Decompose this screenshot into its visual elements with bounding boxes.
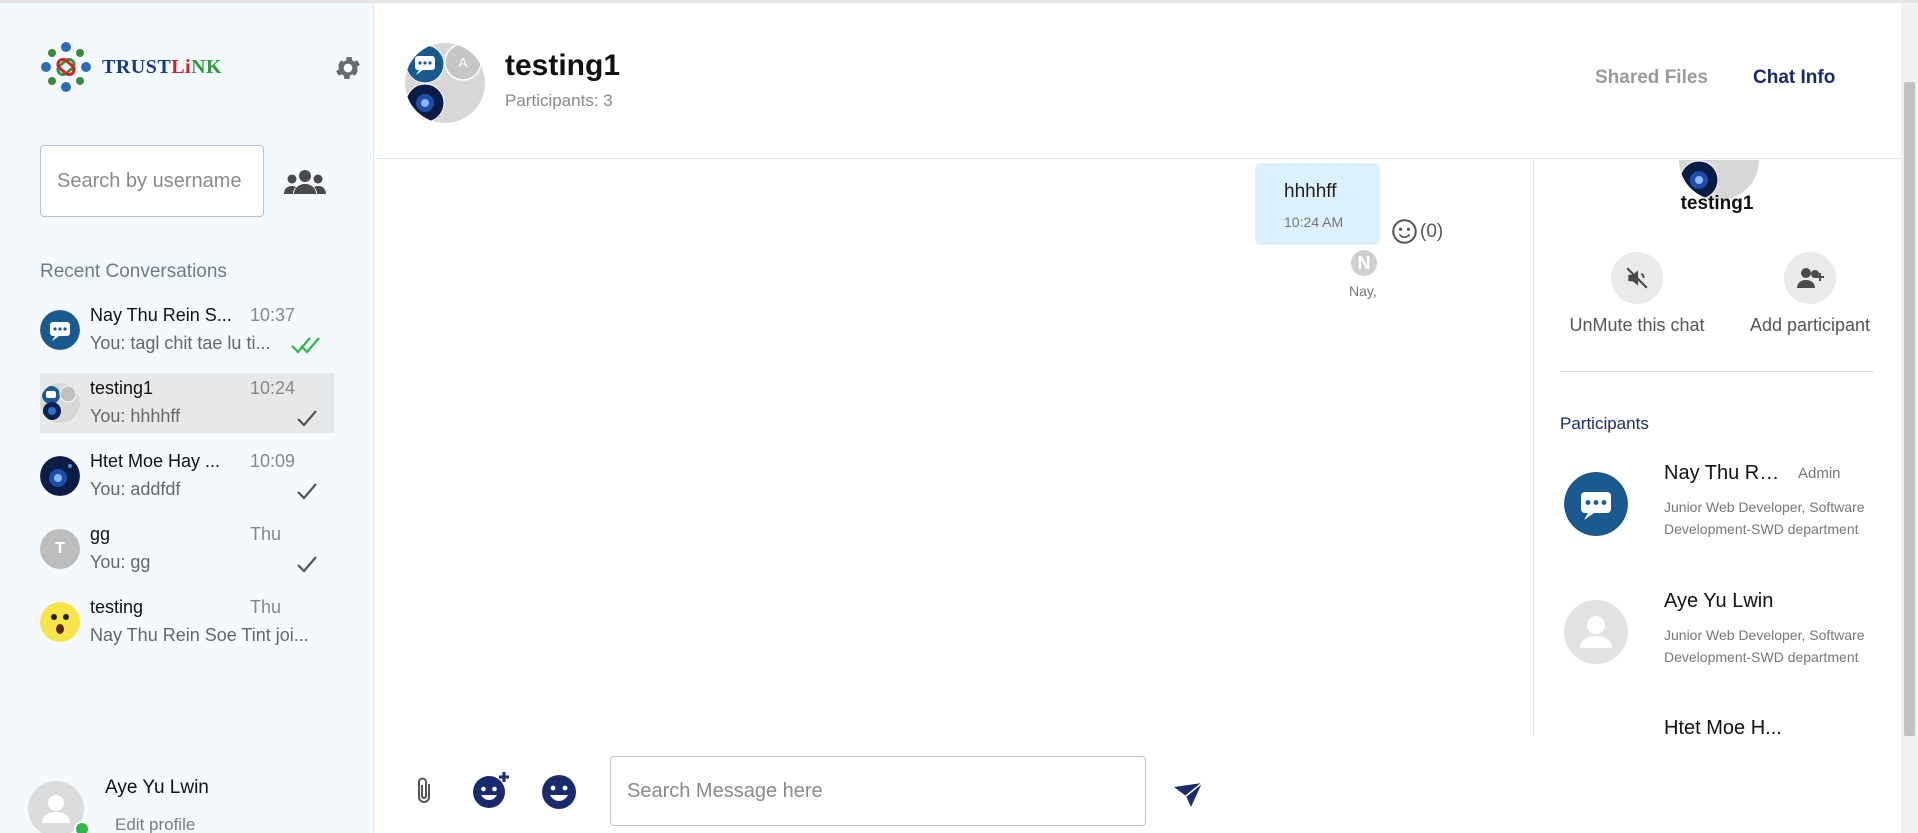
- conversation-time: Thu: [250, 524, 282, 544]
- participant-avatar: [1564, 600, 1628, 664]
- add-emoji-icon[interactable]: [471, 770, 511, 810]
- sidebar: TRUSTLiNK Recent Conversations: [0, 3, 374, 833]
- message-composer: [375, 736, 1901, 833]
- gear-icon[interactable]: [333, 53, 363, 83]
- avatar-letter: T: [55, 540, 65, 557]
- logo-mark-icon: [41, 42, 91, 92]
- conversation-name: testing: [90, 597, 144, 617]
- participant-item[interactable]: Aye Yu Lwin Junior Web Developer, Softwa…: [1560, 590, 1880, 700]
- online-status-dot: [74, 821, 90, 833]
- chat-info-panel: testing1 UnMute this chat Add participan…: [1533, 160, 1901, 736]
- conversation-item-active[interactable]: testing1 10:24 You: hhhhff: [40, 373, 334, 433]
- avatar: [40, 310, 80, 350]
- conversation-time: 10:09: [250, 451, 296, 471]
- admin-badge: Admin: [1798, 465, 1841, 482]
- reaction-button[interactable]: (0): [1391, 218, 1443, 245]
- seen-by-avatar: N: [1351, 250, 1377, 276]
- check-icon: [297, 556, 317, 573]
- participant-description: Junior Web Developer, Software Developme…: [1664, 627, 1865, 665]
- tab-chat-info[interactable]: Chat Info: [1753, 67, 1835, 89]
- participant-item[interactable]: Htet Moe H...: [1560, 717, 1880, 736]
- avatar: [40, 602, 80, 642]
- conversation-item[interactable]: testing Thu Nay Thu Rein Soe Tint joi...: [40, 592, 334, 652]
- chat-title: testing1: [505, 49, 621, 82]
- participants-count: Participants: 3: [505, 91, 613, 110]
- reaction-count: (0): [1420, 220, 1444, 242]
- message-list: hhhhff 10:24 AM (0) N Nay,: [375, 160, 1533, 736]
- participants-title: Participants: [1560, 414, 1649, 433]
- group-avatar-icon: [40, 383, 80, 423]
- info-chat-name: testing1: [1680, 193, 1754, 214]
- conversation-time: 10:24: [250, 378, 296, 398]
- conversation-name: gg: [90, 524, 111, 544]
- conversation-name: testing1: [90, 378, 154, 398]
- conversation-last-message: You: hhhhff: [90, 406, 181, 426]
- conversation-last-message: Nay Thu Rein Soe Tint joi...: [90, 625, 309, 645]
- brand-logo: TRUSTLiNK: [38, 39, 222, 95]
- group-users-icon[interactable]: [284, 167, 326, 197]
- group-avatar: A: [405, 43, 485, 123]
- emoji-icon[interactable]: [541, 774, 577, 810]
- unmute-label: UnMute this chat: [1569, 315, 1705, 335]
- participant-name: Nay Thu Rei...: [1664, 462, 1790, 484]
- surprised-emoji-icon: [40, 602, 80, 642]
- volume-off-icon: [1626, 267, 1648, 289]
- person-icon: [1580, 616, 1612, 648]
- seen-by-label: Nay,: [1349, 283, 1377, 299]
- conversation-last-message: You: tagl chit tae lu ti...: [90, 333, 271, 353]
- group-avatar-letter: A: [459, 55, 468, 70]
- unmute-icon-wrap: [1611, 252, 1663, 304]
- my-name: Aye Yu Lwin: [105, 777, 209, 798]
- conversation-time: Thu: [250, 597, 282, 617]
- conversation-name: Nay Thu Rein S...: [90, 305, 232, 325]
- username-search-input[interactable]: [40, 145, 264, 217]
- conversation-time: 10:37: [250, 305, 296, 325]
- double-check-icon: [291, 337, 320, 354]
- participant-name: Aye Yu Lwin: [1664, 590, 1774, 612]
- conversation-item[interactable]: Nay Thu Rein S... 10:37 You: tagl chit t…: [40, 300, 334, 360]
- check-icon: [297, 410, 317, 427]
- page-scrollbar-thumb[interactable]: [1904, 82, 1915, 736]
- conversation-name: Htet Moe Hay ...: [90, 451, 221, 471]
- app-root: TRUSTLiNK Recent Conversations: [0, 0, 1918, 833]
- conversation-item[interactable]: T gg Thu You: gg: [40, 519, 334, 579]
- person-add-icon: [1797, 268, 1824, 288]
- conversation-last-message: You: addfdf: [90, 479, 181, 499]
- divider: [1560, 371, 1874, 372]
- participant-avatar: [1564, 472, 1628, 536]
- add-participant-label: Add participant: [1749, 315, 1871, 335]
- recent-conversations-title: Recent Conversations: [40, 261, 227, 282]
- add-participant-icon-wrap: [1784, 252, 1836, 304]
- participant-item[interactable]: Nay Thu Rei... Admin Junior Web Develope…: [1560, 462, 1880, 572]
- avatar: T: [40, 529, 80, 569]
- tab-shared-files[interactable]: Shared Files: [1595, 67, 1708, 89]
- message-bubble[interactable]: hhhhff 10:24 AM: [1255, 163, 1380, 245]
- conversation-item[interactable]: Htet Moe Hay ... 10:09 You: addfdf: [40, 446, 334, 506]
- add-participant-button[interactable]: Add participant: [1740, 252, 1880, 338]
- unmute-chat-button[interactable]: UnMute this chat: [1567, 252, 1707, 338]
- message-text: hhhhff: [1284, 181, 1337, 202]
- chat-header: A testing1 Participants: 3 Shared Files …: [375, 3, 1901, 159]
- logo-text: TRUSTLiNK: [102, 55, 223, 78]
- chat-bubble-icon: [40, 310, 80, 350]
- avatar: [40, 456, 80, 496]
- edit-profile-link[interactable]: Edit profile: [115, 815, 195, 833]
- check-icon: [297, 483, 317, 500]
- chat-bubble-icon: [1564, 472, 1628, 536]
- conversation-last-message: You: gg: [90, 552, 151, 572]
- participant-description: Junior Web Developer, Software Developme…: [1664, 499, 1865, 537]
- message-time: 10:24 AM: [1284, 214, 1344, 230]
- photo-avatar-icon: [40, 456, 80, 496]
- smiley-outline-icon: [1392, 219, 1417, 244]
- group-avatar-icon: A: [405, 43, 485, 123]
- avatar: [40, 383, 80, 423]
- participant-name: Htet Moe H...: [1664, 717, 1782, 736]
- send-icon[interactable]: [1173, 782, 1203, 808]
- message-input[interactable]: [610, 756, 1146, 826]
- paperclip-icon[interactable]: [413, 776, 437, 806]
